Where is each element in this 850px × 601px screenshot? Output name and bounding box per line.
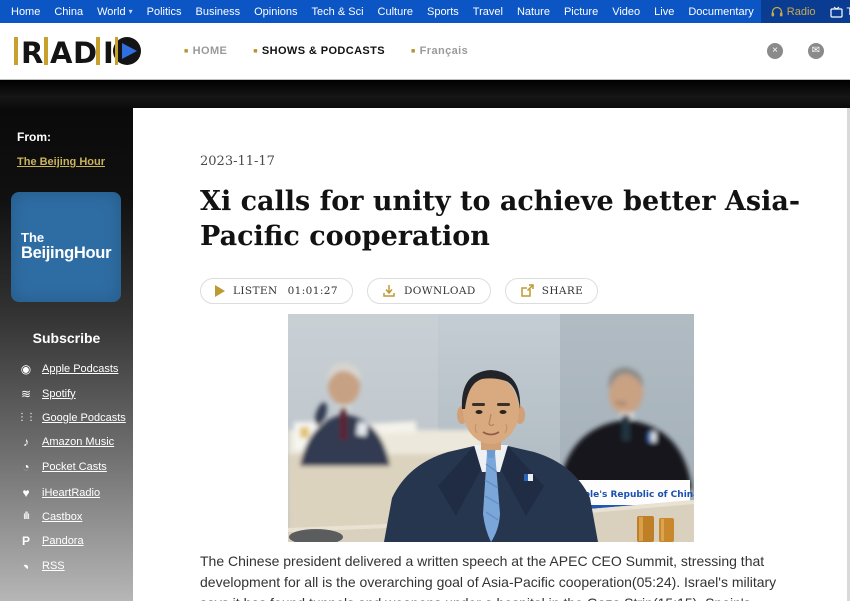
social-icons: × ✉ [767,43,824,59]
service-pandora[interactable]: P Pandora [0,528,133,553]
nav-item-politics[interactable]: Politics [140,6,189,18]
artwork-line1: The [21,231,121,244]
apple-podcasts-icon: ◉ [14,362,38,376]
sidebar: From: The Beijing Hour The BeijingHour S… [0,108,133,601]
listen-button[interactable]: LISTEN 01:01:27 [200,278,353,304]
svg-text:A: A [50,36,73,68]
service-google-podcasts[interactable]: ⋮⋮ Google Podcasts [0,406,133,429]
service-label: Apple Podcasts [42,363,118,375]
black-band [0,80,850,108]
share-icon [520,284,534,298]
share-button[interactable]: SHARE [505,278,599,304]
radio-logo[interactable]: R A D I [14,34,146,68]
artwork-line2: BeijingHour [21,244,121,263]
show-link[interactable]: The Beijing Hour [17,156,105,168]
chevron-down-icon: ▾ [129,7,133,16]
service-rss[interactable]: ◗RSS [0,554,133,579]
listen-label: LISTEN [233,285,278,297]
nav-item-nature[interactable]: Nature [510,6,557,18]
menu-home[interactable]: ■HOME [184,45,227,57]
nav-item-tech-sci[interactable]: Tech & Sci [305,6,371,18]
service-castbox[interactable]: ıllı Castbox [0,505,133,528]
service-label: Castbox [42,511,82,523]
bullet-icon: ■ [411,48,416,55]
article-body: The Chinese president delivered a writte… [200,551,807,601]
top-nav-items: Home China World▾ Politics Business Opin… [0,0,761,23]
amazon-music-icon: ♪ [14,435,38,449]
svg-text:D: D [73,36,97,68]
article-date: 2023-11-17 [200,154,807,169]
nav-item-opinions[interactable]: Opinions [247,6,304,18]
service-label: Pocket Casts [42,461,107,473]
service-label: Google Podcasts [42,412,126,424]
download-label: DOWNLOAD [404,285,476,297]
mail-icon[interactable]: ✉ [808,43,824,59]
nav-item-documentary[interactable]: Documentary [681,6,760,18]
header-menu: ■HOME ■SHOWS & PODCASTS ■Français [184,45,468,57]
svg-text:I: I [103,36,114,68]
top-nav: Home China World▾ Politics Business Opin… [0,0,850,23]
podcast-artwork[interactable]: The BeijingHour [11,192,121,302]
from-label: From: [17,130,133,144]
radio-tab[interactable]: Radio [771,6,816,18]
rss-icon: ◗ [13,553,40,580]
download-button[interactable]: DOWNLOAD [367,278,491,304]
nav-item-business[interactable]: Business [188,6,247,18]
bullet-icon: ■ [184,48,189,55]
service-amazon-music[interactable]: ♪ Amazon Music [0,430,133,455]
nav-item-home[interactable]: Home [4,6,47,18]
service-label: RSS [42,560,65,572]
nav-item-live[interactable]: Live [647,6,681,18]
article-photo: People's Republic of China [288,314,694,542]
subscribe-services: ◉ Apple Podcasts ≋ Spotify ⋮⋮ Google Podcas… [0,356,133,579]
bullet-icon: ■ [253,48,258,55]
subscribe-heading: Subscribe [0,330,133,346]
play-icon [215,285,225,297]
tv-icon [830,6,843,18]
pocket-casts-icon: ◔ [14,460,38,474]
episode-duration: 01:01:27 [288,285,338,297]
service-iheartradio[interactable]: ♥ iHeartRadio [0,480,133,505]
nav-item-picture[interactable]: Picture [557,6,605,18]
menu-shows-podcasts[interactable]: ■SHOWS & PODCASTS [253,45,385,57]
nav-item-world[interactable]: World▾ [90,6,140,18]
service-label: Pandora [42,535,84,547]
article-main: 2023-11-17 Xi calls for unity to achieve… [133,108,850,601]
service-label: iHeartRadio [42,487,100,499]
google-podcasts-icon: ⋮⋮ [14,412,38,423]
article-title: Xi calls for unity to achieve better Asi… [200,184,807,254]
nav-item-china[interactable]: China [47,6,90,18]
tv-tab[interactable]: TV [830,6,850,18]
download-icon [382,284,396,298]
media-switch: Radio TV [761,0,850,23]
share-label: SHARE [542,285,584,297]
pandora-icon: P [14,534,38,548]
svg-text:R: R [21,36,43,68]
nav-item-travel[interactable]: Travel [466,6,510,18]
service-spotify[interactable]: ≋ Spotify [0,381,133,406]
page: Home China World▾ Politics Business Opin… [0,0,850,601]
nav-item-video[interactable]: Video [605,6,647,18]
x-twitter-icon[interactable]: × [767,43,783,59]
spotify-icon: ≋ [14,387,38,401]
nav-item-culture[interactable]: Culture [371,6,420,18]
menu-francais[interactable]: ■Français [411,45,468,57]
nav-item-sports[interactable]: Sports [420,6,466,18]
headphones-icon [771,6,783,17]
iheartradio-icon: ♥ [14,486,38,500]
site-header: R A D I ■HOME ■SHOWS & PODCASTS ■Françai… [0,23,850,80]
episode-actions: LISTEN 01:01:27 DOWNLOAD SHARE [200,278,807,304]
service-label: Spotify [42,388,76,400]
castbox-icon: ıllı [14,511,38,522]
service-label: Amazon Music [42,436,114,448]
service-apple-podcasts[interactable]: ◉ Apple Podcasts [0,356,133,381]
service-pocket-casts[interactable]: ◔ Pocket Casts [0,455,133,480]
content-layout: From: The Beijing Hour The BeijingHour S… [0,108,850,601]
